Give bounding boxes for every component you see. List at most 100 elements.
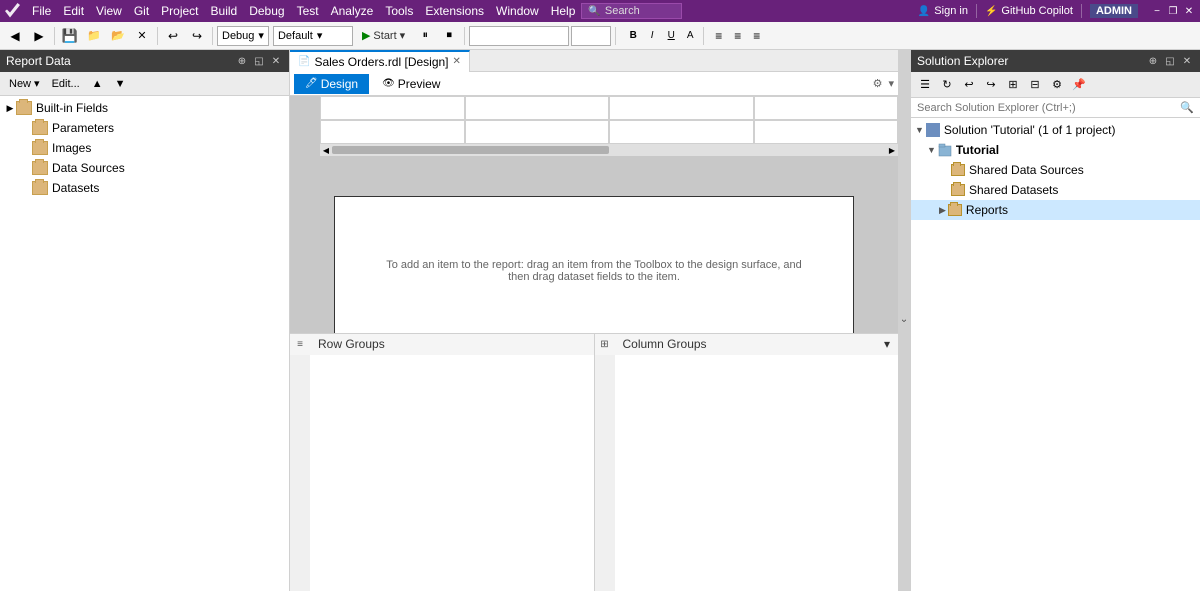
menu-tools[interactable]: Tools (379, 2, 419, 20)
menu-window[interactable]: Window (490, 2, 545, 20)
close-button[interactable]: ✕ (1182, 4, 1196, 18)
doc-tab-close-button[interactable]: ✕ (453, 56, 461, 67)
sol-redo-button[interactable]: ↪ (981, 75, 1001, 95)
preview-icon: 👁 (382, 78, 395, 89)
font-name-input[interactable] (469, 26, 569, 46)
copilot-label[interactable]: GitHub Copilot (1001, 5, 1073, 17)
collapse-panel-button[interactable]: › (898, 50, 910, 591)
row-groups-content (310, 355, 595, 591)
report-canvas[interactable]: To add an item to the report: drag an it… (334, 196, 854, 333)
solution-search-bar[interactable]: 🔍 (911, 98, 1200, 118)
solution-search-icon[interactable]: 🔍 (1180, 101, 1194, 114)
open-button[interactable]: 📂 (107, 25, 129, 47)
new-item-button[interactable]: New ▾ (4, 74, 45, 93)
sol-collapse-button[interactable]: ⊟ (1025, 75, 1045, 95)
sol-panel-close-button[interactable]: ✕ (1180, 56, 1194, 67)
sol-pin-button[interactable]: 📌 (1069, 75, 1089, 95)
forward-button[interactable]: ▶ (28, 25, 50, 47)
sol-show-all-button[interactable]: ⊞ (1003, 75, 1023, 95)
design-surface[interactable]: ◀ ▶ To add an item to the report: drag a… (290, 96, 898, 333)
sol-tree-item-reports[interactable]: ▶ Reports (911, 200, 1200, 220)
grid-cell (320, 120, 465, 144)
document-tab-sales-orders[interactable]: 📄 Sales Orders.rdl [Design] ✕ (290, 50, 470, 72)
sign-in-icon: 👤 (918, 6, 930, 17)
grid-cell (465, 96, 610, 120)
sol-undo-button[interactable]: ↩ (959, 75, 979, 95)
sol-panel-float-button[interactable]: ◱ (1163, 56, 1177, 67)
panel-float-button[interactable]: ◱ (252, 56, 266, 67)
sol-tree-item-shared-datasets[interactable]: Shared Datasets (911, 180, 1200, 200)
back-button[interactable]: ◀ (4, 25, 26, 47)
redo-button[interactable]: ↪ (186, 25, 208, 47)
platform-dropdown[interactable]: Default ▾ (273, 26, 353, 46)
title-search[interactable]: 🔍 (581, 3, 681, 19)
menu-file[interactable]: File (26, 2, 57, 20)
italic-button[interactable]: I (643, 27, 661, 45)
sol-tree-item-solution[interactable]: ▼ Solution 'Tutorial' (1 of 1 project) (911, 120, 1200, 140)
tree-item-data-sources[interactable]: Data Sources (0, 158, 289, 178)
tree-item-builtin-fields[interactable]: ▶ Built-in Fields (0, 98, 289, 118)
debug-dropdown[interactable]: Debug ▾ (217, 26, 269, 46)
menu-test[interactable]: Test (291, 2, 325, 20)
col-groups-content (615, 355, 899, 591)
save-button[interactable]: 💾 (59, 25, 81, 47)
h-scrollbar[interactable]: ◀ ▶ (320, 144, 898, 156)
design-settings-icon[interactable]: ⚙ (873, 77, 883, 90)
run-button[interactable]: ▶ Start ▾ (355, 26, 412, 45)
design-expand-icon[interactable]: ▾ (888, 77, 894, 90)
sol-settings-button[interactable]: ⚙ (1047, 75, 1067, 95)
move-down-button[interactable]: ▼ (110, 75, 131, 93)
design-view-button[interactable]: 🖊 Design (294, 74, 369, 94)
preview-view-button[interactable]: 👁 Preview (371, 74, 451, 94)
tree-item-datasets[interactable]: Datasets (0, 178, 289, 198)
minimize-button[interactable]: − (1150, 4, 1164, 18)
move-up-button[interactable]: ▲ (87, 75, 108, 93)
menu-view[interactable]: View (90, 2, 128, 20)
tree-item-images[interactable]: Images (0, 138, 289, 158)
grid-cell (465, 120, 610, 144)
edit-item-button[interactable]: Edit... (47, 75, 85, 93)
color-button[interactable]: A (681, 27, 699, 45)
stop-button[interactable]: ⏹ (438, 25, 460, 47)
tree-item-parameters[interactable]: Parameters (0, 118, 289, 138)
report-canvas-hint: To add an item to the report: drag an it… (354, 239, 834, 303)
menu-build[interactable]: Build (205, 2, 244, 20)
undo-button[interactable]: ↩ (162, 25, 184, 47)
align-center[interactable]: ≡ (731, 27, 744, 45)
scroll-thumb[interactable] (332, 146, 609, 154)
font-size-input[interactable] (571, 26, 611, 46)
col-groups-icon: ⊞ (595, 334, 615, 355)
report-data-title: Report Data (6, 54, 235, 68)
folder-icon (32, 121, 48, 135)
sign-in-label[interactable]: Sign in (934, 5, 968, 17)
close-doc-button[interactable]: ✕ (131, 25, 153, 47)
grid-cell (320, 96, 465, 120)
groups-dropdown-icon[interactable]: ▾ (884, 337, 890, 351)
scroll-left-arrow[interactable]: ◀ (320, 144, 332, 156)
pause-button[interactable]: ⏸ (414, 25, 436, 47)
menu-help[interactable]: Help (545, 2, 582, 20)
grid-cell (754, 96, 899, 120)
menu-analyze[interactable]: Analyze (325, 2, 380, 20)
sol-tree-item-shared-data-sources[interactable]: Shared Data Sources (911, 160, 1200, 180)
underline-button[interactable]: U (662, 27, 680, 45)
sol-properties-button[interactable]: ☰ (915, 75, 935, 95)
sol-refresh-button[interactable]: ↻ (937, 75, 957, 95)
align-right[interactable]: ≡ (750, 27, 763, 45)
menu-debug[interactable]: Debug (243, 2, 290, 20)
sol-panel-pin-button[interactable]: ⊕ (1146, 56, 1160, 67)
restore-button[interactable]: ❐ (1166, 4, 1180, 18)
bold-button[interactable]: B (624, 27, 642, 45)
new-project-button[interactable]: 📁 (83, 25, 105, 47)
panel-close-button[interactable]: ✕ (269, 56, 283, 67)
scroll-right-arrow[interactable]: ▶ (886, 144, 898, 156)
menu-project[interactable]: Project (155, 2, 204, 20)
menu-git[interactable]: Git (128, 2, 155, 20)
menu-extensions[interactable]: Extensions (419, 2, 490, 20)
sol-tree-item-project[interactable]: ▼ Tutorial (911, 140, 1200, 160)
menu-edit[interactable]: Edit (57, 2, 90, 20)
solution-search-input[interactable] (917, 102, 1180, 114)
panel-pin-button[interactable]: ⊕ (235, 56, 249, 67)
title-search-input[interactable] (605, 5, 675, 17)
align-left[interactable]: ≡ (712, 27, 725, 45)
